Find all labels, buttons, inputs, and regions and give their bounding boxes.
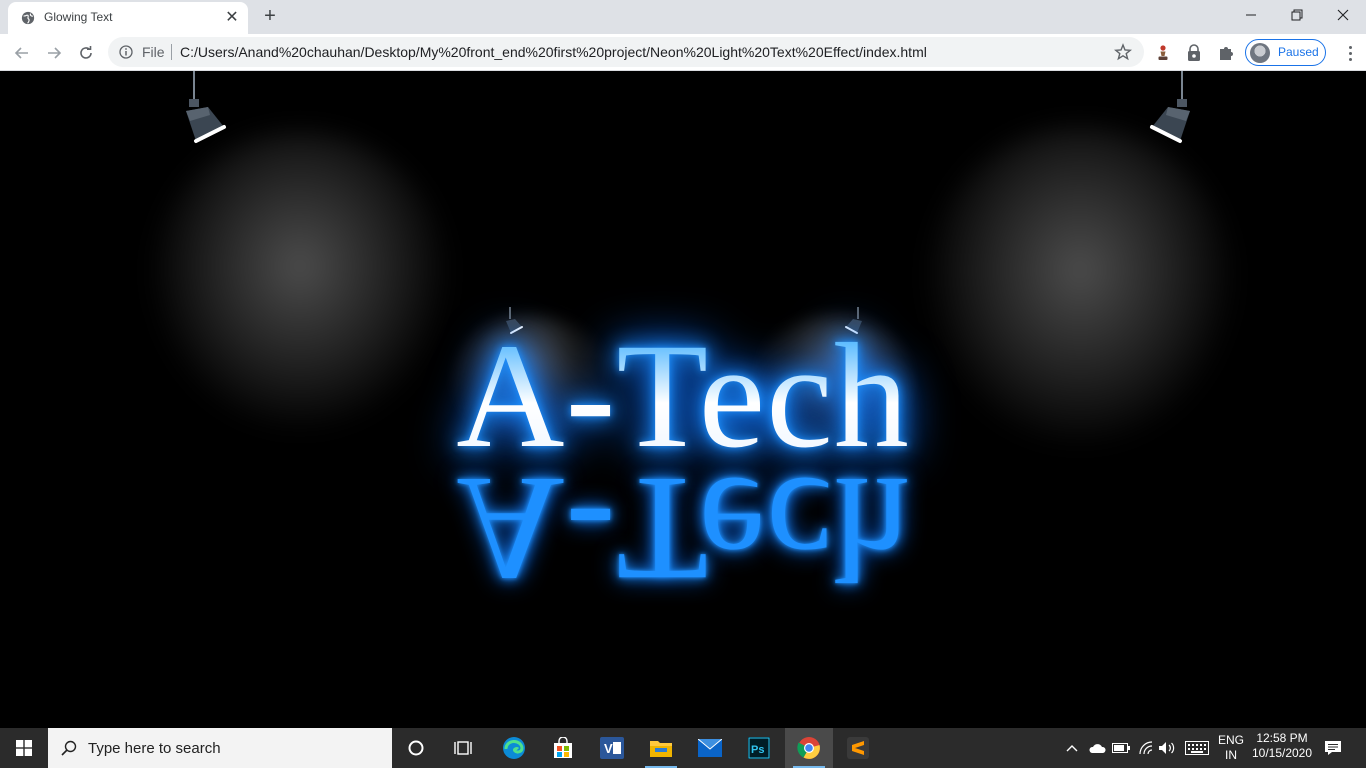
restore-button[interactable] bbox=[1274, 0, 1320, 30]
sublime-text-icon[interactable] bbox=[834, 728, 882, 768]
chevron-up-icon[interactable] bbox=[1062, 738, 1082, 758]
clock-time: 12:58 PM bbox=[1256, 731, 1308, 745]
neon-reflection-wrap: A-Tech bbox=[0, 446, 1366, 612]
task-view-icon[interactable] bbox=[440, 728, 488, 768]
search-placeholder: Type here to search bbox=[88, 740, 221, 757]
tab-close-icon[interactable]: ✕ bbox=[222, 8, 242, 28]
back-button[interactable] bbox=[8, 39, 36, 67]
clock[interactable]: 12:58 PM 10/15/2020 bbox=[1250, 731, 1314, 761]
page-viewport: A-Tech A-Tech bbox=[0, 71, 1366, 728]
edge-icon[interactable] bbox=[490, 728, 538, 768]
windows-logo-icon bbox=[16, 740, 32, 756]
mail-icon[interactable] bbox=[686, 728, 734, 768]
close-icon bbox=[1337, 9, 1349, 21]
scheme-label: File bbox=[142, 44, 165, 60]
neon-reflection: A-Tech bbox=[456, 446, 910, 612]
start-button[interactable] bbox=[0, 728, 48, 768]
volume-icon[interactable] bbox=[1158, 738, 1178, 758]
url-text[interactable]: C:/Users/Anand%20chauhan/Desktop/My%20fr… bbox=[180, 44, 927, 60]
language-indicator[interactable]: ENG IN bbox=[1216, 733, 1246, 763]
clock-date: 10/15/2020 bbox=[1251, 746, 1313, 760]
neon-heading-wrap: A-Tech bbox=[0, 313, 1366, 479]
language-region: IN bbox=[1225, 748, 1237, 762]
forward-arrow-icon bbox=[48, 47, 62, 59]
profile-button[interactable]: Paused bbox=[1245, 39, 1326, 66]
photoshop-icon[interactable]: Ps bbox=[735, 728, 783, 768]
wifi-icon[interactable] bbox=[1136, 738, 1156, 758]
close-window-button[interactable] bbox=[1320, 0, 1366, 30]
onedrive-icon[interactable] bbox=[1087, 738, 1107, 758]
notification-icon[interactable] bbox=[1322, 738, 1344, 758]
browser-toolbar: File C:/Users/Anand%20chauhan/Desktop/My… bbox=[0, 34, 1366, 71]
star-icon[interactable] bbox=[1114, 43, 1132, 61]
spotlight-lamp-icon bbox=[1150, 71, 1190, 143]
svg-text:Ps: Ps bbox=[751, 744, 764, 756]
profile-status-label: Paused bbox=[1278, 45, 1319, 59]
new-tab-button[interactable]: + bbox=[259, 5, 281, 27]
three-dots-icon[interactable] bbox=[1340, 43, 1360, 63]
browser-tab[interactable]: Glowing Text ✕ bbox=[8, 2, 248, 34]
search-icon bbox=[61, 740, 77, 756]
windows-taskbar: Type here to search V Ps ENG IN 12:58 PM… bbox=[0, 728, 1366, 768]
back-arrow-icon bbox=[14, 47, 28, 59]
neon-heading: A-Tech bbox=[456, 313, 910, 479]
reload-icon bbox=[80, 46, 92, 59]
keyboard-icon[interactable] bbox=[1184, 738, 1210, 758]
file-explorer-icon[interactable] bbox=[637, 728, 685, 768]
battery-icon[interactable] bbox=[1111, 738, 1131, 758]
reload-button[interactable] bbox=[72, 39, 100, 67]
tab-title: Glowing Text bbox=[44, 10, 113, 24]
lock-bag-icon[interactable] bbox=[1183, 42, 1205, 64]
spotlight-lamp-icon bbox=[186, 71, 226, 143]
cortana-icon[interactable] bbox=[392, 728, 440, 768]
store-icon[interactable] bbox=[539, 728, 587, 768]
chrome-icon[interactable] bbox=[785, 728, 833, 768]
omnibox-divider bbox=[171, 44, 172, 60]
chess-pawn-icon[interactable] bbox=[1152, 42, 1174, 64]
restore-icon bbox=[1291, 9, 1303, 21]
forward-button[interactable] bbox=[40, 39, 68, 67]
globe-icon bbox=[21, 11, 35, 25]
svg-text:V: V bbox=[604, 741, 613, 756]
browser-tab-strip: Glowing Text ✕ + bbox=[0, 0, 1366, 34]
avatar bbox=[1250, 43, 1270, 63]
visual-studio-icon[interactable]: V bbox=[588, 728, 636, 768]
address-bar[interactable]: File C:/Users/Anand%20chauhan/Desktop/My… bbox=[108, 37, 1144, 67]
minimize-icon bbox=[1246, 14, 1256, 16]
info-icon[interactable] bbox=[119, 45, 133, 59]
puzzle-icon[interactable] bbox=[1215, 42, 1237, 64]
taskbar-search-box[interactable]: Type here to search bbox=[48, 728, 392, 768]
language-code: ENG bbox=[1217, 733, 1244, 747]
minimize-button[interactable] bbox=[1228, 0, 1274, 30]
